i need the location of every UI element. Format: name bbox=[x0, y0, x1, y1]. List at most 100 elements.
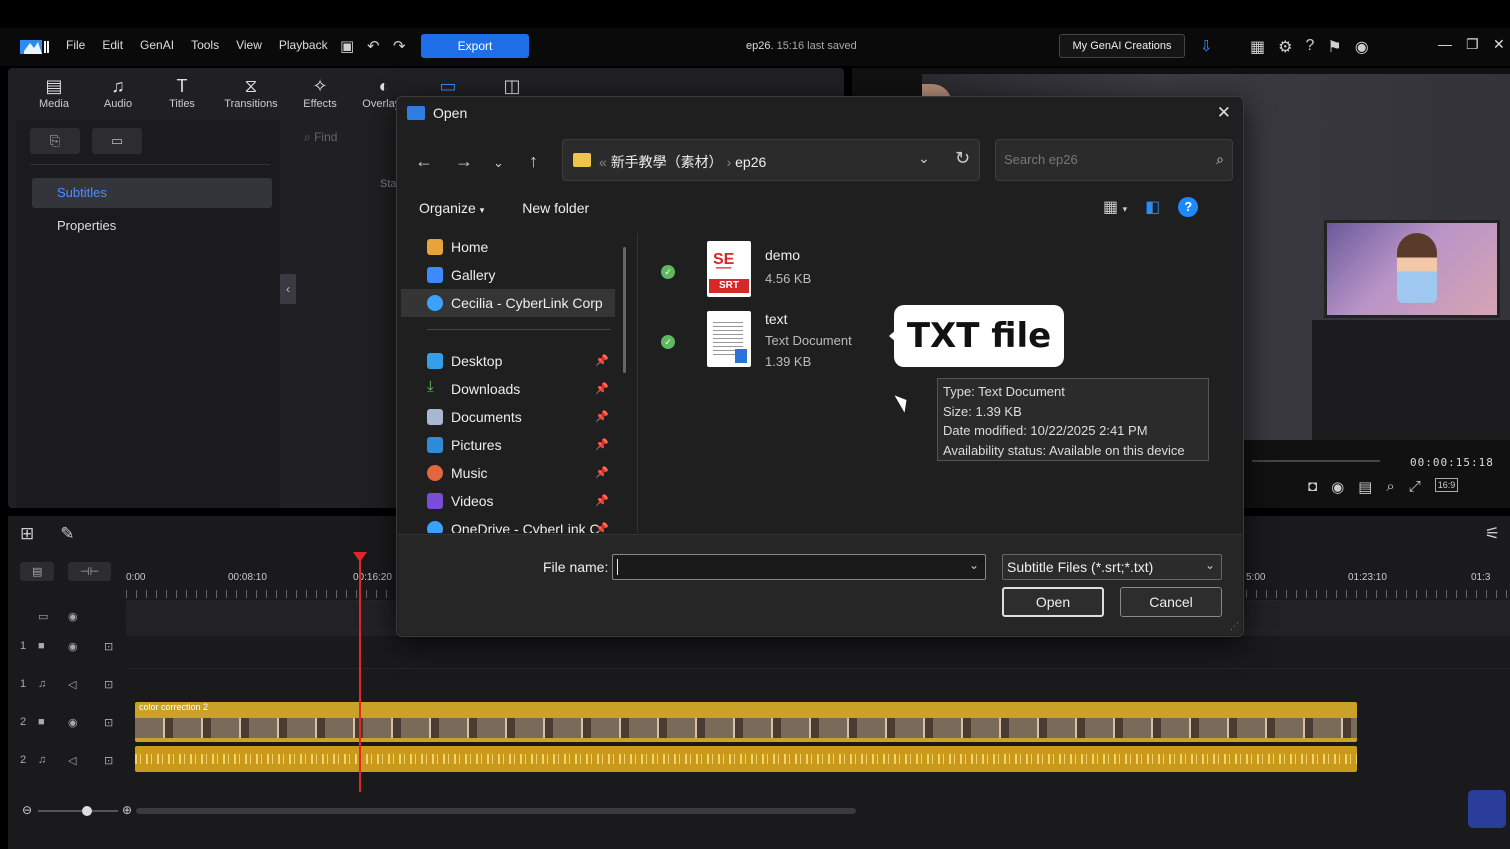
zoom-out-icon[interactable]: ⊖ bbox=[22, 803, 32, 817]
timeline-fit-icon[interactable]: ⊞ bbox=[20, 524, 34, 544]
recent-locations-chevron-icon[interactable]: ⌄ bbox=[493, 155, 504, 171]
download-tray-icon[interactable]: ⇩ bbox=[1200, 37, 1213, 55]
export-button[interactable]: Export bbox=[421, 34, 529, 58]
audio-clip[interactable] bbox=[135, 746, 1357, 772]
playhead[interactable] bbox=[353, 552, 367, 792]
layout-icon[interactable]: ▦ bbox=[1250, 37, 1265, 57]
track-manager-icon[interactable]: ▤ bbox=[20, 562, 55, 581]
zoom-slider-knob[interactable] bbox=[82, 806, 92, 816]
redo-icon[interactable]: ↷ bbox=[393, 37, 406, 55]
sidebar-item-properties[interactable]: Properties bbox=[32, 211, 272, 241]
menu-playback[interactable]: Playback bbox=[279, 38, 328, 52]
account-icon[interactable]: ◉ bbox=[1355, 37, 1369, 57]
folder-button[interactable]: ▭ bbox=[92, 128, 142, 154]
tab-effects[interactable]: ✧ Effects bbox=[288, 74, 352, 110]
menu-file[interactable]: File bbox=[66, 38, 85, 52]
minimize-icon[interactable]: — bbox=[1438, 36, 1452, 52]
tab-audio[interactable]: ♫ Audio bbox=[86, 74, 150, 110]
nav-item-downloads[interactable]: ⤓ Downloads 📌 bbox=[401, 375, 615, 403]
timeline-horizontal-scrollbar[interactable] bbox=[136, 808, 856, 814]
import-subtitle-button[interactable]: ⎘ bbox=[30, 128, 80, 154]
nav-item-onedrive[interactable]: OneDrive - CyberLink C 📌 bbox=[401, 515, 615, 533]
lock-icon[interactable]: ⊡ bbox=[104, 716, 113, 729]
record-icon[interactable]: ◉ bbox=[1331, 478, 1344, 496]
save-icon[interactable]: ▣ bbox=[340, 37, 354, 55]
menu-tools[interactable]: Tools bbox=[191, 38, 219, 52]
file-item-text[interactable]: ✓ text Text Document 1.39 KB bbox=[661, 311, 861, 381]
pen-tool-icon[interactable]: ✎ bbox=[60, 524, 74, 544]
back-arrow-icon[interactable]: ← bbox=[415, 151, 433, 172]
pin-icon[interactable]: 📌 bbox=[595, 487, 609, 515]
breadcrumb-parent[interactable]: 新手教學（素材） bbox=[611, 154, 723, 170]
restore-icon[interactable]: ❐ bbox=[1466, 36, 1479, 53]
fullscreen-icon[interactable]: ⤢ bbox=[1409, 478, 1421, 496]
close-icon[interactable]: ✕ bbox=[1217, 103, 1231, 123]
undo-icon[interactable]: ↶ bbox=[367, 37, 380, 55]
timeline-settings-icon[interactable]: ⚟ bbox=[1485, 524, 1500, 544]
nav-item-documents[interactable]: Documents 📌 bbox=[401, 403, 615, 431]
speaker-icon[interactable]: ◁ bbox=[68, 678, 76, 691]
pin-icon[interactable]: 📌 bbox=[595, 431, 609, 459]
eye-icon[interactable]: ◉ bbox=[68, 640, 78, 653]
pane-divider[interactable] bbox=[637, 233, 638, 533]
nav-item-music[interactable]: Music 📌 bbox=[401, 459, 615, 487]
eye-icon[interactable]: ◉ bbox=[68, 716, 78, 729]
zoom-slider[interactable] bbox=[38, 810, 118, 812]
resize-grip-icon[interactable]: ⋰ bbox=[1230, 621, 1239, 632]
view-mode-icon[interactable]: ▦ ▾ bbox=[1103, 197, 1127, 217]
pin-icon[interactable]: 📌 bbox=[595, 375, 609, 403]
organize-button[interactable]: Organize ▾ bbox=[419, 200, 484, 216]
nav-item-gallery[interactable]: Gallery bbox=[401, 261, 615, 289]
video-clip[interactable]: color correction 2 bbox=[135, 702, 1357, 742]
pin-icon[interactable]: 📌 bbox=[595, 347, 609, 375]
nav-item-videos[interactable]: Videos 📌 bbox=[401, 487, 615, 515]
fit-timeline-icon[interactable]: ⊣⊢ bbox=[68, 562, 112, 581]
breadcrumb-overflow[interactable]: « bbox=[599, 154, 607, 170]
preview-pane-icon[interactable]: ◧ bbox=[1145, 197, 1160, 217]
nav-pane-scrollbar[interactable] bbox=[623, 247, 626, 373]
lock-icon[interactable]: ⊡ bbox=[104, 678, 113, 691]
tab-titles[interactable]: T Titles bbox=[150, 74, 214, 110]
menu-edit[interactable]: Edit bbox=[102, 38, 123, 52]
sidebar-item-subtitles[interactable]: Subtitles bbox=[32, 178, 272, 208]
nav-item-desktop[interactable]: Desktop 📌 bbox=[401, 347, 615, 375]
address-dropdown-icon[interactable]: ⌄ bbox=[918, 150, 930, 167]
my-genai-creations-button[interactable]: My GenAI Creations bbox=[1059, 34, 1185, 58]
collapse-sidebar-icon[interactable]: ‹ bbox=[280, 274, 296, 304]
pin-icon[interactable]: 📌 bbox=[595, 515, 609, 533]
menu-genai[interactable]: GenAI bbox=[140, 38, 174, 52]
file-name-field[interactable]: ⌄ bbox=[612, 554, 986, 580]
nav-item-cecilia-cyberlink[interactable]: Cecilia - CyberLink Corp bbox=[401, 289, 615, 317]
help-icon[interactable]: ? bbox=[1178, 197, 1199, 217]
nav-item-home[interactable]: Home bbox=[401, 233, 615, 261]
tab-transitions[interactable]: ⧖ Transitions bbox=[214, 74, 288, 110]
forward-arrow-icon[interactable]: → bbox=[455, 151, 473, 172]
search-input[interactable]: Search ep26 ⌕ bbox=[995, 139, 1233, 181]
tab-media[interactable]: ▤ Media bbox=[22, 74, 86, 110]
file-item-demo[interactable]: ✓ S͟E SRT demo 4.56 KB bbox=[661, 241, 861, 311]
find-field[interactable]: ⌕ Find bbox=[304, 130, 337, 145]
zoom-icon[interactable]: ⌕ bbox=[1386, 478, 1394, 496]
aspect-ratio-badge[interactable]: 16:9 bbox=[1434, 478, 1459, 492]
menu-view[interactable]: View bbox=[236, 38, 262, 52]
cancel-button[interactable]: Cancel bbox=[1120, 587, 1222, 617]
notification-icon[interactable]: ⚑ bbox=[1327, 37, 1341, 57]
breadcrumb-current[interactable]: ep26 bbox=[735, 154, 766, 170]
snapshot-camera-icon[interactable]: ◘ bbox=[1308, 478, 1317, 496]
file-type-select[interactable]: Subtitle Files (*.srt;*.txt) ⌄ bbox=[1002, 554, 1222, 580]
help-icon[interactable]: ? bbox=[1305, 37, 1314, 57]
gear-icon[interactable]: ⚙ bbox=[1278, 37, 1292, 57]
address-bar[interactable]: « 新手教學（素材） › ep26 ⌄ ↻ bbox=[562, 139, 980, 181]
open-button[interactable]: Open bbox=[1002, 587, 1104, 617]
speaker-icon[interactable]: ◁ bbox=[68, 754, 76, 767]
pin-icon[interactable]: 📌 bbox=[595, 403, 609, 431]
nav-item-pictures[interactable]: Pictures 📌 bbox=[401, 431, 615, 459]
window-close-icon[interactable]: ✕ bbox=[1493, 36, 1505, 53]
lock-icon[interactable]: ⊡ bbox=[104, 640, 113, 653]
new-folder-button[interactable]: New folder bbox=[522, 200, 589, 216]
audio-track-1[interactable] bbox=[126, 668, 1510, 704]
up-arrow-icon[interactable]: ↑ bbox=[529, 151, 538, 172]
lock-icon[interactable]: ⊡ bbox=[104, 754, 113, 767]
eye-icon[interactable]: ◉ bbox=[68, 610, 78, 623]
preview-scrub-bar[interactable] bbox=[1252, 460, 1380, 462]
